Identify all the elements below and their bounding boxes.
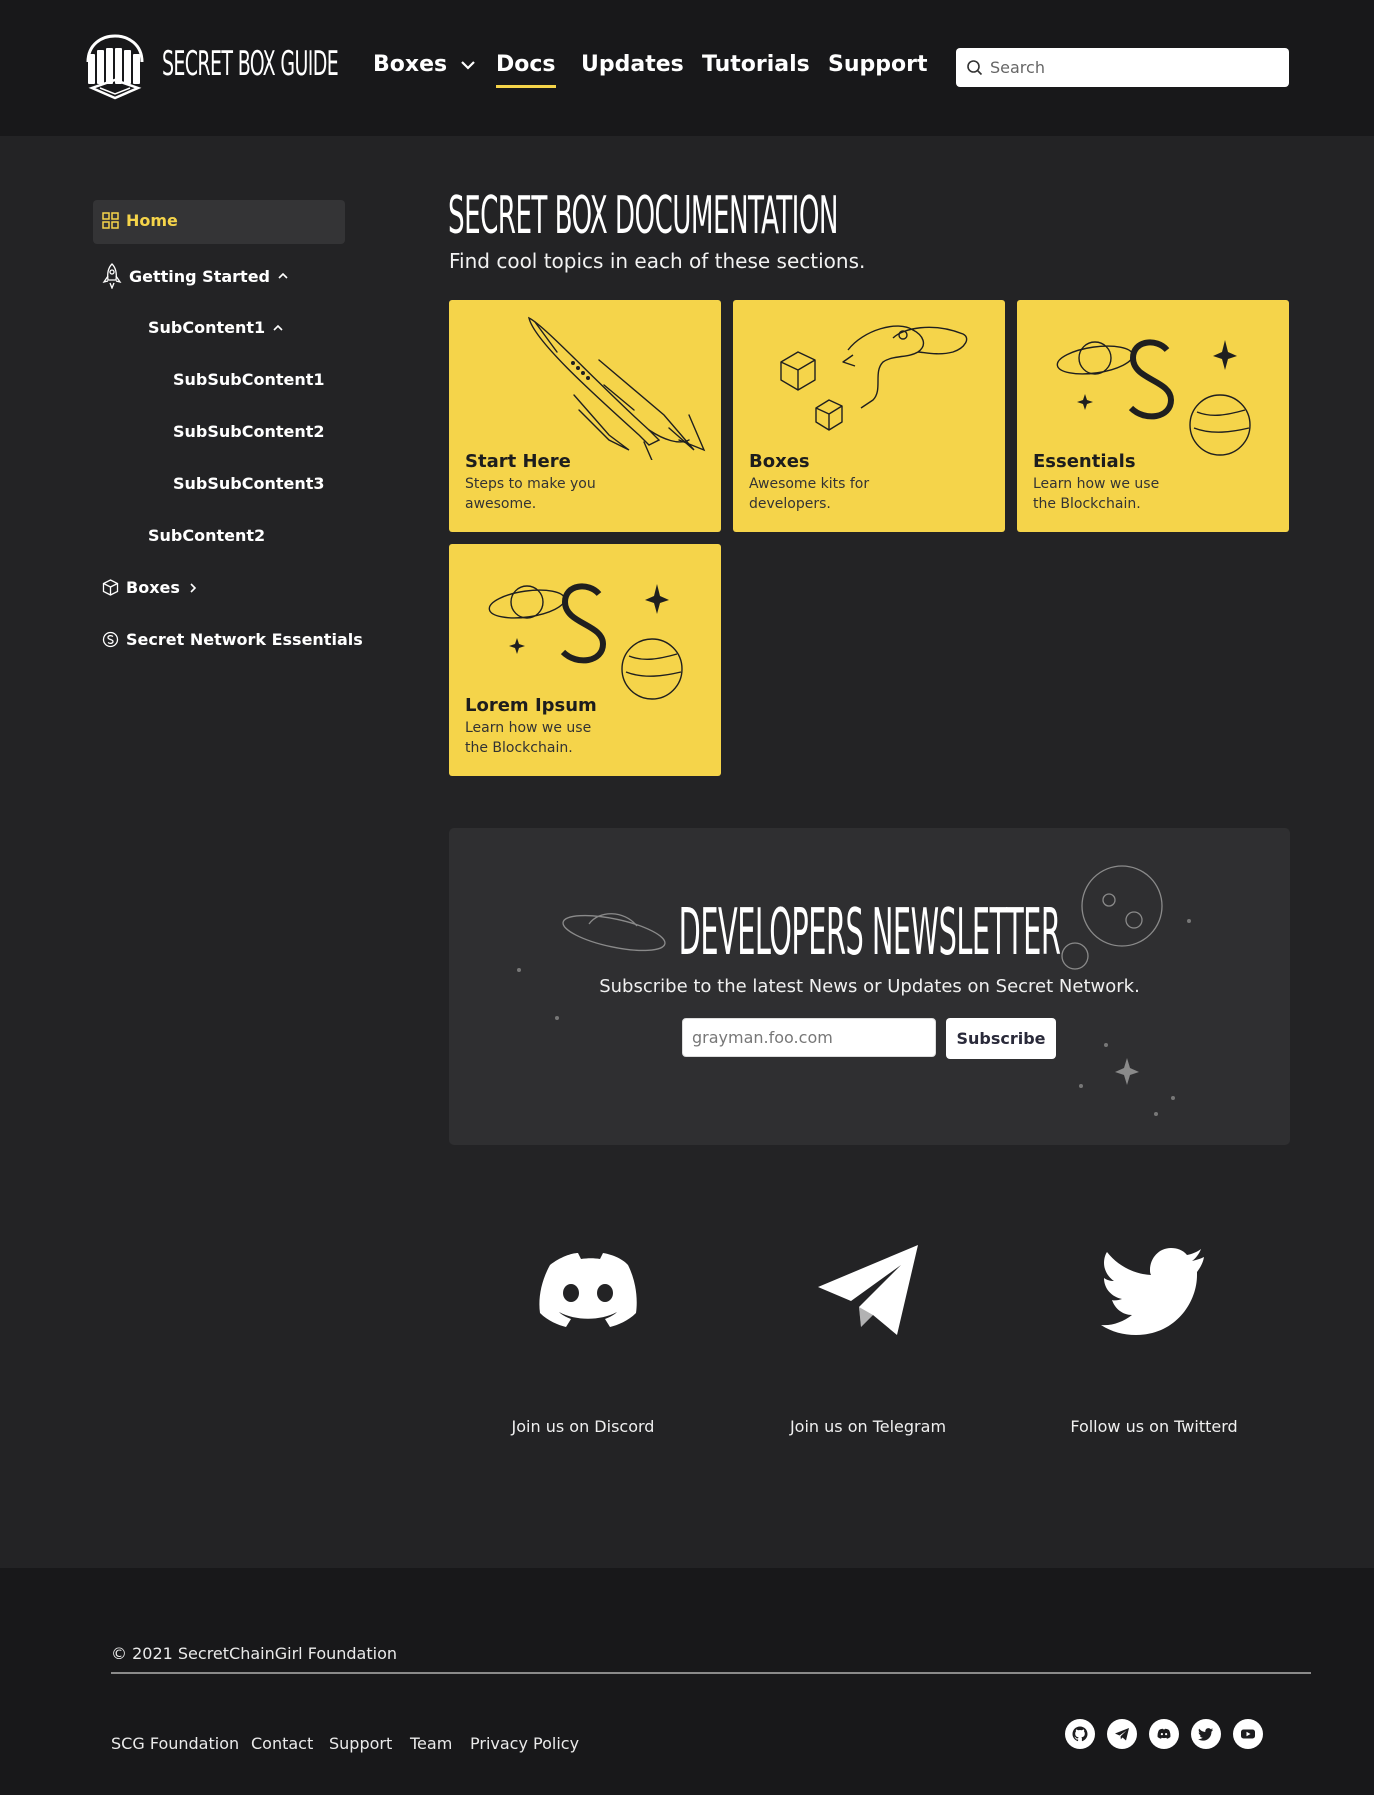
- sidebar-item-label: Secret Network Essentials: [126, 630, 363, 649]
- social-discord[interactable]: Join us on Discord: [453, 1235, 713, 1445]
- sidebar-item-subcontent1[interactable]: SubContent1: [148, 318, 284, 337]
- nav-boxes[interactable]: Boxes: [373, 52, 477, 84]
- chevron-up-icon: [278, 272, 288, 279]
- sidebar-item-secret-essentials[interactable]: Secret Network Essentials: [102, 630, 363, 649]
- newsletter-section: DEVELOPERS NEWSLETTER Subscribe to the l…: [449, 828, 1290, 1145]
- github-icon: [1072, 1726, 1088, 1742]
- newsletter-title: DEVELOPERS NEWSLETTER: [678, 896, 1061, 970]
- nav-docs[interactable]: Docs: [496, 52, 556, 88]
- footer-link-privacy-policy[interactable]: Privacy Policy: [470, 1734, 579, 1753]
- newsletter-email-input[interactable]: [682, 1018, 936, 1057]
- copyright-text: © 2021 SecretChainGirl Foundation: [111, 1644, 397, 1663]
- footer-discord-button[interactable]: [1149, 1719, 1179, 1749]
- chevron-up-icon: [273, 324, 283, 331]
- nav-tutorials-label: Tutorials: [702, 52, 810, 77]
- page-title: SECRET BOX DOCUMENTATION: [448, 186, 838, 246]
- footer-link-team[interactable]: Team: [410, 1734, 452, 1753]
- secret-logo-icon[interactable]: [82, 32, 148, 100]
- sidebar-item-subsubcontent3[interactable]: SubSubContent3: [173, 474, 325, 493]
- grid-icon: [102, 212, 119, 229]
- site-footer: © 2021 SecretChainGirl Foundation SCG Fo…: [0, 1568, 1374, 1795]
- sidebar-item-label: SubSubContent1: [173, 370, 325, 389]
- twitter-icon: [1101, 1248, 1204, 1335]
- telegram-icon: [818, 1245, 918, 1335]
- youtube-icon: [1241, 1729, 1255, 1739]
- sidebar-item-label: SubContent1: [148, 318, 266, 337]
- telegram-icon: [1115, 1728, 1129, 1741]
- nav-support-label: Support: [828, 52, 928, 77]
- chevron-right-icon: [190, 582, 197, 593]
- social-telegram[interactable]: Join us on Telegram: [738, 1235, 998, 1445]
- twitter-icon: [1198, 1728, 1213, 1741]
- nav-updates-label: Updates: [581, 52, 684, 77]
- sidebar-item-label: Getting Started: [129, 266, 270, 286]
- card-title: Start Here: [465, 451, 571, 472]
- sidebar-item-label: SubSubContent2: [173, 422, 325, 441]
- card-description: Steps to make you awesome.: [465, 476, 596, 512]
- footer-divider: [111, 1672, 1311, 1674]
- sidebar-item-label: SubContent2: [148, 526, 266, 545]
- subscribe-button[interactable]: Subscribe: [946, 1018, 1056, 1059]
- social-label: Follow us on Twitterd: [1070, 1417, 1238, 1436]
- social-twitter[interactable]: Follow us on Twitterd: [1024, 1235, 1284, 1445]
- card-title: Lorem Ipsum: [465, 695, 597, 716]
- discord-icon: [539, 1253, 637, 1327]
- page-subtitle: Find cool topics in each of these sectio…: [449, 249, 866, 273]
- card-title: Essentials: [1033, 451, 1136, 472]
- footer-github-button[interactable]: [1065, 1719, 1095, 1749]
- chevron-down-icon: [460, 61, 475, 70]
- sidebar-item-label: Home: [126, 211, 178, 230]
- footer-link-contact[interactable]: Contact: [251, 1734, 313, 1753]
- secret-coin-icon: [102, 631, 119, 648]
- sidebar-item-subsubcontent1[interactable]: SubSubContent1: [173, 370, 325, 389]
- card-description: Learn how we use the Blockchain.: [465, 720, 592, 756]
- cube-icon: [102, 579, 119, 596]
- social-label: Join us on Telegram: [789, 1417, 947, 1436]
- footer-link-scg-foundation[interactable]: SCG Foundation: [111, 1734, 239, 1753]
- card-start-here[interactable]: Start Here Steps to make you awesome.: [449, 300, 721, 532]
- rocket-icon: [102, 263, 122, 289]
- card-essentials[interactable]: Essentials Learn how we use the Blockcha…: [1017, 300, 1289, 532]
- nav-boxes-label: Boxes: [373, 52, 448, 77]
- nav-updates[interactable]: Updates: [581, 52, 684, 84]
- discord-icon: [1157, 1728, 1171, 1739]
- nav-tutorials[interactable]: Tutorials: [702, 52, 810, 84]
- search-box[interactable]: [956, 48, 1289, 87]
- space-illustration-icon: [1056, 339, 1251, 456]
- logo-text[interactable]: SECRET BOX GUIDE: [162, 44, 339, 84]
- footer-link-support[interactable]: Support: [329, 1734, 392, 1753]
- social-label: Join us on Discord: [511, 1417, 655, 1436]
- newsletter-subtitle: Subscribe to the latest News or Updates …: [599, 976, 1140, 997]
- sidebar-item-label: Boxes: [126, 578, 180, 597]
- card-title: Boxes: [749, 451, 810, 472]
- sidebar-item-home[interactable]: Home: [102, 211, 178, 230]
- sidebar-item-getting-started[interactable]: Getting Started: [102, 263, 289, 289]
- card-lorem-ipsum[interactable]: Lorem Ipsum Learn how we use the Blockch…: [449, 544, 721, 776]
- footer-youtube-button[interactable]: [1233, 1719, 1263, 1749]
- site-header: SECRET BOX GUIDE Boxes Docs Updates Tuto…: [0, 0, 1374, 136]
- search-icon: [967, 60, 983, 76]
- sidebar-item-boxes[interactable]: Boxes: [102, 578, 199, 597]
- card-description: Awesome kits for developers.: [749, 476, 870, 512]
- card-boxes[interactable]: Boxes Awesome kits for developers.: [733, 300, 1005, 532]
- footer-telegram-button[interactable]: [1107, 1719, 1137, 1749]
- boxes-illustration-icon: [780, 325, 968, 431]
- nav-support[interactable]: Support: [828, 52, 927, 84]
- sidebar-item-subsubcontent2[interactable]: SubSubContent2: [173, 422, 325, 441]
- nav-docs-label: Docs: [496, 52, 556, 77]
- rocket-illustration-icon: [527, 316, 706, 460]
- sidebar-item-label: SubSubContent3: [173, 474, 325, 493]
- sidebar-item-subcontent2[interactable]: SubContent2: [148, 526, 265, 545]
- card-description: Learn how we use the Blockchain.: [1033, 476, 1160, 512]
- search-input[interactable]: [990, 48, 1280, 87]
- space-illustration-icon: [488, 583, 683, 700]
- footer-twitter-button[interactable]: [1191, 1719, 1221, 1749]
